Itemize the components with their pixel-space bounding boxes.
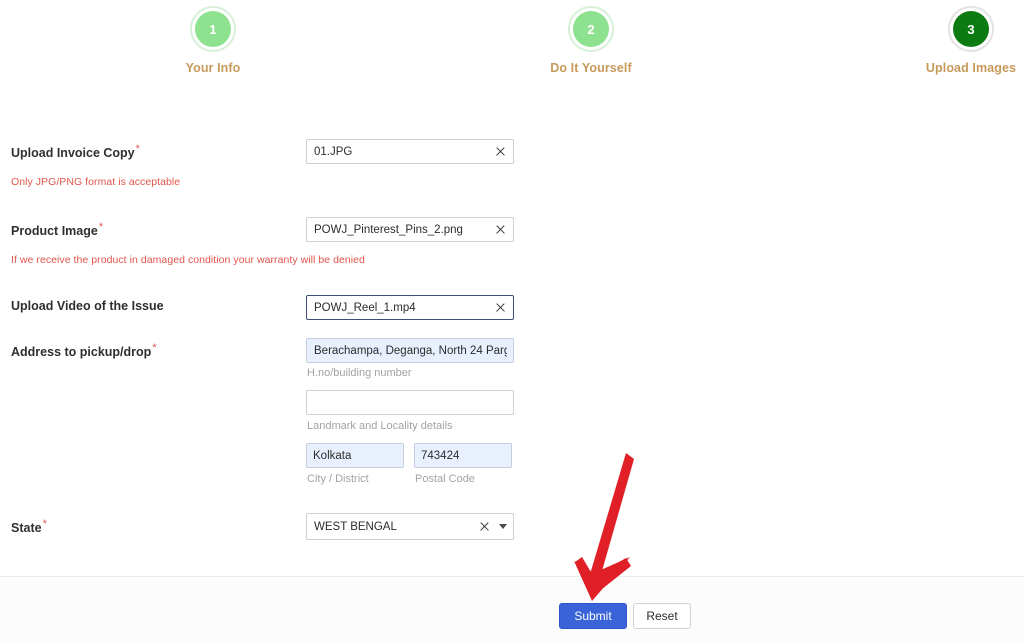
step-number-badge: 2 (573, 11, 609, 47)
step-ring: 2 (568, 6, 614, 52)
label-text: Product Image (11, 224, 98, 239)
label-text: Upload Video of the Issue (11, 299, 164, 313)
label-address-pickup-drop: Address to pickup/drop* (11, 342, 157, 359)
label-text: Upload Invoice Copy (11, 146, 135, 161)
helper-landmark-locality: Landmark and Locality details (307, 420, 453, 432)
stepper-step-your-info[interactable]: 1 Your Info (123, 6, 303, 75)
label-state: State* (11, 518, 47, 535)
required-asterisk: * (42, 518, 47, 530)
state-select[interactable]: WEST BENGAL (306, 513, 514, 540)
required-asterisk: * (135, 143, 140, 155)
label-product-image: Product Image* (11, 221, 103, 238)
upload-video-value: POWJ_Reel_1.mp4 (314, 301, 416, 314)
step-label-upload-images: Upload Images (925, 61, 1017, 75)
clear-icon[interactable] (478, 520, 491, 533)
address-line2-input[interactable] (306, 390, 514, 415)
state-value: WEST BENGAL (314, 520, 397, 533)
helper-house-building-number: H.no/building number (307, 367, 412, 379)
label-upload-video: Upload Video of the Issue (11, 299, 164, 313)
submit-button[interactable]: Submit (559, 603, 627, 629)
clear-icon[interactable] (494, 301, 507, 314)
product-image-input[interactable]: POWJ_Pinterest_Pins_2.png (306, 217, 514, 242)
required-asterisk: * (98, 221, 104, 233)
city-input[interactable]: Kolkata (306, 443, 404, 468)
step-ring: 1 (190, 6, 236, 52)
upload-invoice-copy-value: 01.JPG (314, 145, 353, 158)
address-line1-value: Berachampa, Deganga, North 24 Pargan (314, 344, 507, 357)
reset-button[interactable]: Reset (633, 603, 691, 629)
city-value: Kolkata (313, 449, 352, 462)
step-ring: 3 (948, 6, 994, 52)
clear-icon[interactable] (494, 145, 507, 158)
label-upload-invoice-copy: Upload Invoice Copy* (11, 143, 140, 160)
required-asterisk: * (152, 342, 157, 354)
label-text: Address to pickup/drop (11, 345, 152, 360)
step-label-do-it-yourself: Do It Yourself (550, 61, 632, 75)
upload-video-input[interactable]: POWJ_Reel_1.mp4 (306, 295, 514, 320)
note-product-damage: If we receive the product in damaged con… (11, 254, 365, 266)
step-number-badge: 1 (195, 11, 231, 47)
label-text: State (11, 521, 42, 536)
clear-icon[interactable] (494, 223, 507, 236)
address-line1-input[interactable]: Berachampa, Deganga, North 24 Pargan (306, 338, 514, 363)
step-number-badge: 3 (953, 11, 989, 47)
stepper-step-upload-images[interactable]: 3 Upload Images (881, 6, 1024, 75)
note-invoice-format: Only JPG/PNG format is acceptable (11, 176, 181, 188)
product-image-value: POWJ_Pinterest_Pins_2.png (314, 223, 463, 236)
postal-code-input[interactable]: 743424 (414, 443, 512, 468)
chevron-down-icon[interactable] (499, 524, 507, 529)
stepper-step-do-it-yourself[interactable]: 2 Do It Yourself (501, 6, 681, 75)
form-footer: Submit Reset (0, 577, 1024, 642)
upload-invoice-copy-input[interactable]: 01.JPG (306, 139, 514, 164)
helper-postal-code: Postal Code (415, 473, 475, 485)
step-label-your-info: Your Info (185, 61, 241, 75)
helper-city-district: City / District (307, 473, 369, 485)
progress-stepper: 1 Your Info 2 Do It Yourself 3 Upload Im… (0, 0, 1024, 92)
upload-images-form: Upload Invoice Copy* 01.JPG Only JPG/PNG… (0, 92, 1024, 576)
postal-code-value: 743424 (421, 449, 460, 462)
